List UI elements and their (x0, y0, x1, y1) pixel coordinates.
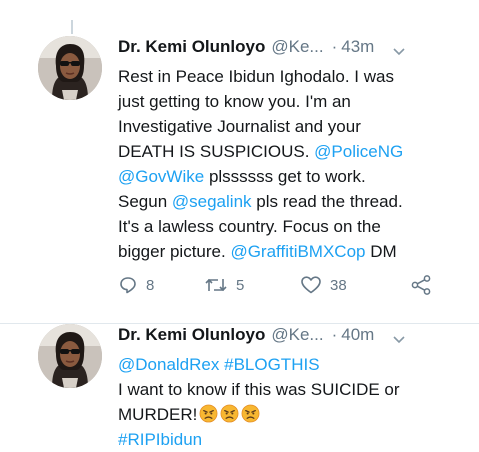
angry-face-icon (220, 404, 239, 423)
reply-icon (118, 275, 138, 295)
tweet-content: Dr. Kemi Olunloyo @Ke... · 40m @DonaldRe… (118, 318, 468, 452)
tweet-text-line: Rest in Peace Ibidun Ighodalo. I was (118, 64, 468, 89)
mention-link[interactable]: @GraffitiBMXCop (230, 242, 365, 261)
hashtag-link[interactable]: #BLOGTHIS (224, 355, 319, 374)
author-name[interactable]: Dr. Kemi Olunloyo (118, 37, 265, 57)
hashtag-link[interactable]: #RIPIbidun (118, 430, 202, 449)
retweet-count: 5 (236, 276, 245, 294)
chevron-down-icon[interactable] (392, 330, 406, 344)
retweet-icon (204, 275, 228, 295)
text-segment: plssssss get to work. (204, 167, 366, 186)
thread-connector (71, 20, 73, 34)
tweet-text-line: Investigative Journalist and your (118, 114, 468, 139)
text-segment: I want to know if this was SUICIDE or (118, 380, 400, 399)
author-handle[interactable]: @Ke... (271, 37, 323, 57)
mention-link[interactable]: @GovWike (118, 167, 204, 186)
tweet-text-line: @GovWike plssssss get to work. (118, 164, 468, 189)
like-button[interactable]: 38 (300, 275, 390, 295)
share-button[interactable] (410, 274, 432, 296)
text-segment: DM (365, 242, 397, 261)
tweet-actions: 8 5 38 (118, 270, 448, 300)
tweet-text-line: just getting to know you. I'm an (118, 89, 468, 114)
text-segment: It's a lawless country. Focus on the (118, 217, 381, 236)
chevron-down-icon[interactable] (392, 42, 406, 56)
text-segment: DEATH IS SUSPICIOUS. (118, 142, 315, 161)
author-name[interactable]: Dr. Kemi Olunloyo (118, 325, 265, 345)
timestamp[interactable]: 43m (341, 37, 374, 57)
tweet-text-line: It's a lawless country. Focus on the (118, 214, 468, 239)
text-segment: just getting to know you. I'm an (118, 92, 351, 111)
tweet-text-line: bigger picture. @GraffitiBMXCop DM (118, 239, 468, 264)
share-icon (410, 274, 432, 296)
avatar[interactable] (38, 36, 102, 100)
text-segment: pls read the thread. (251, 192, 403, 211)
text-segment: Segun (118, 192, 172, 211)
reply-button[interactable]: 8 (118, 275, 188, 295)
heart-icon (300, 275, 322, 295)
text-segment: Rest in Peace Ibidun Ighodalo. I was (118, 67, 394, 86)
angry-face-icon (241, 404, 260, 423)
reply-count: 8 (146, 276, 155, 294)
like-count: 38 (330, 276, 347, 294)
mention-link[interactable]: @PoliceNG (314, 142, 403, 161)
tweet-text-line: DEATH IS SUSPICIOUS. @PoliceNG (118, 139, 468, 164)
text-segment: Investigative Journalist and your (118, 117, 361, 136)
tweet-content: Dr. Kemi Olunloyo @Ke... · 43m Rest in P… (118, 30, 468, 264)
tweet-text-line: #RIPIbidun (118, 427, 468, 452)
retweet-button[interactable]: 5 (204, 275, 300, 295)
tweet-header: Dr. Kemi Olunloyo @Ke... · 43m (118, 30, 468, 64)
text-segment: bigger picture. (118, 242, 231, 261)
mention-link[interactable]: @segalink (172, 192, 252, 211)
text-segment: MURDER! (118, 405, 198, 424)
separator: · (331, 37, 338, 56)
tweet-text: @DonaldRex #BLOGTHIS I want to know if th… (118, 352, 468, 452)
separator: · (331, 325, 338, 344)
tweet-header: Dr. Kemi Olunloyo @Ke... · 40m (118, 318, 468, 352)
timestamp[interactable]: 40m (341, 325, 374, 345)
tweet-text-line: MURDER! (118, 402, 468, 427)
tweet-text-line: @DonaldRex #BLOGTHIS (118, 352, 468, 377)
tweet-text: Rest in Peace Ibidun Ighodalo. I was just… (118, 64, 468, 264)
tweet-text-line: I want to know if this was SUICIDE or (118, 377, 468, 402)
angry-face-icon (199, 404, 218, 423)
author-handle[interactable]: @Ke... (271, 325, 323, 345)
tweet-text-line: Segun @segalink pls read the thread. (118, 189, 468, 214)
avatar[interactable] (38, 324, 102, 388)
mention-link[interactable]: @DonaldRex (118, 355, 219, 374)
